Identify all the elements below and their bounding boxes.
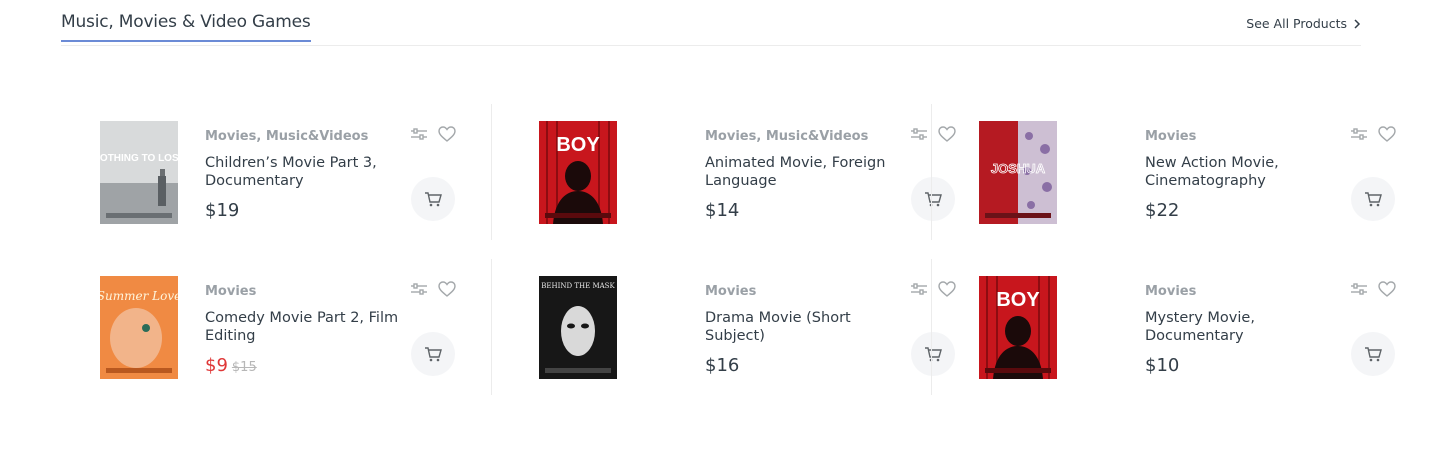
poster-image: BOY	[539, 121, 617, 224]
add-to-cart-button[interactable]	[1351, 177, 1395, 221]
current-price: $14	[705, 200, 740, 221]
poster-image: NOTHING TO LOSE	[100, 121, 178, 224]
poster-title: BOY	[996, 289, 1040, 311]
heart-icon[interactable]	[437, 280, 457, 298]
current-price: $19	[205, 200, 240, 221]
sliders-icon[interactable]	[909, 125, 929, 143]
sliders-icon[interactable]	[1349, 125, 1369, 143]
add-to-cart-button[interactable]	[411, 332, 455, 376]
product-title[interactable]: New Action Movie, Cinematography	[1145, 154, 1350, 190]
card-divider	[931, 104, 932, 240]
add-to-cart-button[interactable]	[411, 177, 455, 221]
see-all-label: See All Products	[1246, 16, 1347, 31]
poster-image: Summer Love	[100, 276, 178, 379]
cart-icon	[1365, 192, 1382, 207]
product-category[interactable]: Movies	[205, 284, 256, 299]
sliders-icon[interactable]	[1349, 280, 1369, 298]
see-all-products-link[interactable]: See All Products	[1246, 16, 1361, 31]
product-title[interactable]: Children’s Movie Part 3, Documentary	[205, 154, 410, 190]
product-card: Summer Love Movies Comedy Movie Part 2, …	[61, 259, 501, 395]
current-price: $22	[1145, 200, 1180, 221]
product-section: Music, Movies & Video Games See All Prod…	[61, 0, 1396, 476]
heart-icon[interactable]	[1377, 280, 1397, 298]
product-card: BEHIND THE MASK Movies Drama Movie (Shor…	[491, 259, 956, 395]
product-title[interactable]: Animated Movie, Foreign Language	[705, 154, 910, 190]
sliders-icon[interactable]	[409, 280, 429, 298]
product-card: JOSHUA Movies New Action Movie, Cinemato…	[931, 104, 1396, 240]
cart-icon	[425, 347, 442, 362]
add-to-cart-button[interactable]	[1351, 332, 1395, 376]
product-price: $14	[705, 200, 739, 221]
product-thumbnail[interactable]: Summer Love	[100, 276, 178, 379]
product-thumbnail[interactable]: BEHIND THE MASK	[539, 276, 617, 379]
poster-title: NOTHING TO LOSE	[100, 153, 178, 164]
sliders-icon[interactable]	[909, 280, 929, 298]
product-price: $19	[205, 200, 239, 221]
product-title[interactable]: Drama Movie (Short Subject)	[705, 309, 910, 345]
poster-title: BOY	[556, 134, 600, 156]
cart-icon	[425, 192, 442, 207]
sale-price: $9	[205, 355, 228, 376]
sliders-icon[interactable]	[409, 125, 429, 143]
product-price: $9 $15	[205, 355, 257, 376]
cart-icon	[1365, 347, 1382, 362]
old-price: $15	[231, 360, 257, 375]
product-thumbnail[interactable]: BOY	[979, 276, 1057, 379]
heart-icon[interactable]	[437, 125, 457, 143]
current-price: $16	[705, 355, 740, 376]
heart-icon[interactable]	[1377, 125, 1397, 143]
poster-title: JOSHUA	[991, 161, 1046, 176]
product-title[interactable]: Mystery Movie, Documentary	[1145, 309, 1350, 345]
poster-image: BEHIND THE MASK	[539, 276, 617, 379]
chevron-right-icon	[1354, 18, 1361, 29]
section-title: Music, Movies & Video Games	[61, 12, 311, 42]
card-divider	[931, 259, 932, 395]
product-card: BOY Movies, Music&Videos Animated Movie,…	[491, 104, 956, 240]
poster-title: Summer Love	[100, 289, 178, 303]
card-divider	[491, 104, 492, 240]
section-header: Music, Movies & Video Games See All Prod…	[61, 0, 1361, 46]
product-category[interactable]: Movies	[705, 284, 756, 299]
product-card: NOTHING TO LOSE Movies, Music&Videos Chi…	[61, 104, 501, 240]
product-thumbnail[interactable]: BOY	[539, 121, 617, 224]
poster-image: JOSHUA	[979, 121, 1057, 224]
product-category[interactable]: Movies, Music&Videos	[205, 129, 368, 144]
product-price: $10	[1145, 355, 1179, 376]
product-category[interactable]: Movies, Music&Videos	[705, 129, 868, 144]
poster-title: BEHIND THE MASK	[541, 282, 615, 290]
product-category[interactable]: Movies	[1145, 129, 1196, 144]
product-category[interactable]: Movies	[1145, 284, 1196, 299]
poster-image: BOY	[979, 276, 1057, 379]
card-divider	[491, 259, 492, 395]
product-title[interactable]: Comedy Movie Part 2, Film Editing	[205, 309, 410, 345]
current-price: $10	[1145, 355, 1180, 376]
product-price: $16	[705, 355, 739, 376]
product-thumbnail[interactable]: JOSHUA	[979, 121, 1057, 224]
product-price: $22	[1145, 200, 1179, 221]
product-thumbnail[interactable]: NOTHING TO LOSE	[100, 121, 178, 224]
product-card: BOY Movies Mystery Movie, Documentary $1…	[931, 259, 1396, 395]
